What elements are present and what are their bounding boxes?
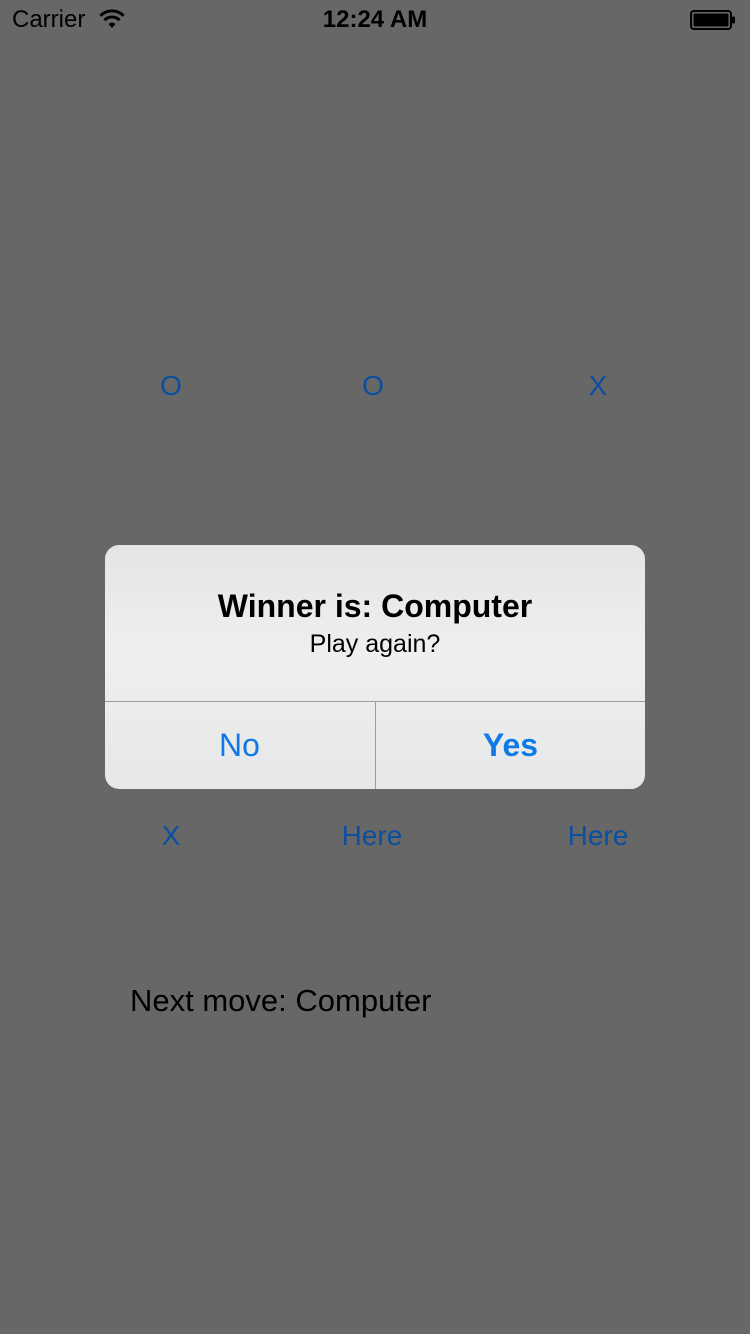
yes-button[interactable]: Yes [376, 702, 645, 789]
board-cell-r2c1[interactable]: Here [302, 819, 442, 853]
battery-icon [690, 10, 735, 30]
status-time: 12:24 AM [322, 6, 428, 33]
no-button[interactable]: No [105, 702, 374, 789]
board-cell-r2c2[interactable]: Here [528, 819, 668, 853]
winner-alert-dialog: Winner is: Computer Play again? No Yes [105, 545, 645, 789]
board-cell-r0c1[interactable]: O [303, 369, 443, 403]
board-cell-r0c0[interactable]: O [101, 369, 241, 403]
board-cell-r0c2[interactable]: X [528, 369, 668, 403]
alert-message: Play again? [309, 630, 441, 658]
status-bar: Carrier 12:24 AM [0, 0, 750, 40]
next-move-label: Next move: Computer [130, 983, 432, 1018]
alert-title: Winner is: Computer [217, 588, 533, 624]
board-cell-r2c0[interactable]: X [101, 819, 241, 853]
